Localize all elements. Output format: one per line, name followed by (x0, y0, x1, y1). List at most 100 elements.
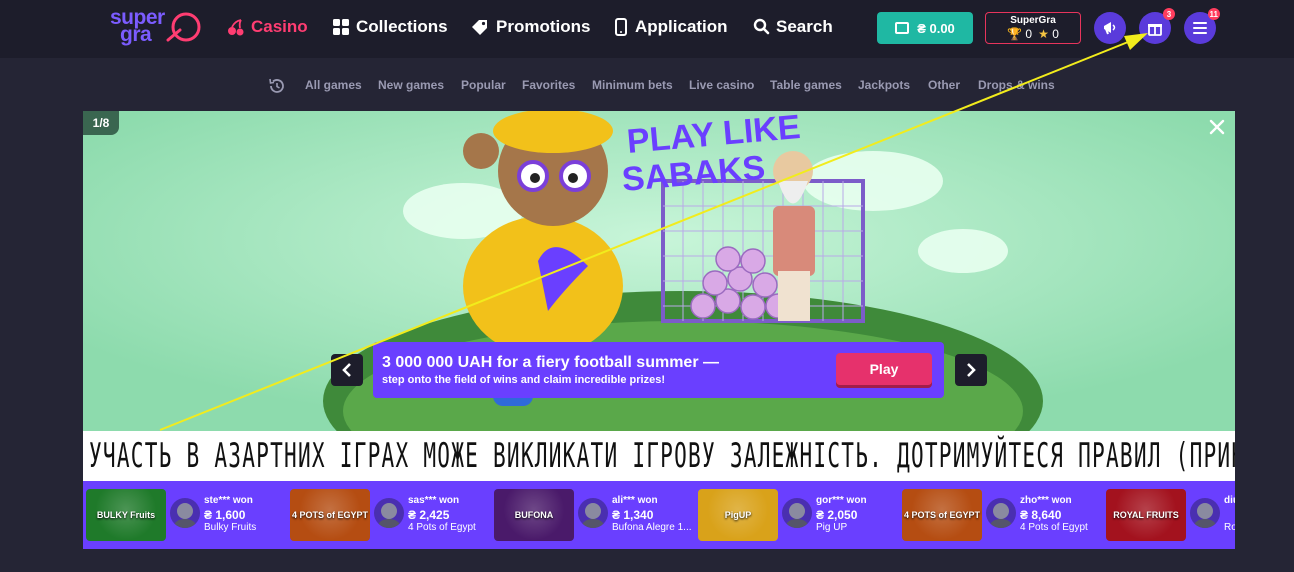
category-minimum-bets[interactable]: Minimum bets (592, 78, 673, 92)
recent-wins-ticker: BULKY Fruits ste*** won ₴ 1,600 Bulky Fruit… (83, 481, 1235, 549)
profile-name: SuperGra (1010, 15, 1056, 26)
win-game-thumbnail[interactable]: 4 POTS of EGYPT (290, 489, 370, 541)
nav-promotions[interactable]: Promotions (470, 16, 590, 38)
nav-casino[interactable]: Casino (227, 16, 308, 38)
trophy-value: 0 (1025, 27, 1033, 41)
player-avatar-icon (582, 503, 604, 528)
win-username: zho*** won (1020, 495, 1072, 506)
hamburger-icon (1193, 22, 1207, 34)
game-category-nav: All games New games Popular Favorites Mi… (0, 76, 1294, 96)
category-new-games[interactable]: New games (378, 78, 444, 92)
close-icon[interactable] (1209, 119, 1225, 135)
wallet-balance-button[interactable]: ₴ 0.00 (877, 12, 973, 44)
win-game-name: 4 Pots of Egypt (408, 522, 476, 533)
win-game-thumbnail[interactable]: 4 POTS of EGYPT (902, 489, 982, 541)
trophy-count: 🏆 0 (1007, 27, 1032, 41)
win-amount: ₴ 2,050 (816, 508, 858, 522)
category-jackpots[interactable]: Jackpots (858, 78, 910, 92)
promo-card: 3 000 000 UAH for a fiery football summe… (373, 342, 944, 398)
announcements-button[interactable] (1094, 12, 1126, 44)
history-icon[interactable] (268, 77, 286, 95)
promo-subtitle: step onto the field of wins and claim in… (382, 374, 665, 386)
win-amount: ₴ 8,640 (1020, 508, 1062, 522)
player-avatar-icon (174, 503, 196, 528)
tag-icon (472, 20, 487, 35)
win-thumb-label: ROYAL FRUITS (1113, 510, 1179, 520)
win-username: sas*** won (408, 495, 460, 506)
win-username: ali*** won (612, 495, 658, 506)
promo-banner[interactable]: PLAY LIKE SABAKS 1/8 3 000 000 UAH for a… (83, 111, 1235, 549)
win-game-name: 4 Pots of Egypt (1020, 522, 1088, 533)
chevron-left-icon (342, 363, 351, 377)
category-live-casino[interactable]: Live casino (689, 78, 754, 92)
win-username: ste*** won (204, 495, 253, 506)
category-table-games[interactable]: Table games (770, 78, 842, 92)
win-game-thumbnail[interactable]: BULKY Fruits (86, 489, 166, 541)
nav-promotions-label: Promotions (496, 17, 591, 36)
win-username: diu (1224, 495, 1235, 506)
supergra-logo[interactable]: super gra (108, 5, 203, 47)
win-game-name: Bulky Fruits (204, 522, 257, 533)
player-avatar-icon (378, 503, 400, 528)
win-game-thumbnail[interactable]: PigUP (698, 489, 778, 541)
play-button[interactable]: Play (836, 353, 932, 385)
player-avatar (170, 498, 200, 528)
win-amount: ₴ 1,600 (204, 508, 246, 522)
logo-ball-icon (166, 12, 201, 42)
nav-collections-label: Collections (356, 17, 448, 36)
category-popular[interactable]: Popular (461, 78, 506, 92)
player-avatar-icon (1194, 503, 1216, 528)
profile-summary[interactable]: SuperGra 🏆 0 ★ 0 (985, 12, 1081, 44)
player-avatar (782, 498, 812, 528)
prev-slide-button[interactable] (331, 354, 363, 386)
gifts-badge: 3 (1163, 8, 1175, 20)
nav-search-label: Search (776, 17, 833, 36)
logo-text-gra: gra (120, 23, 152, 46)
win-game-thumbnail[interactable]: ROYAL FRUITS (1106, 489, 1186, 541)
win-username: gor*** won (816, 495, 867, 506)
responsible-gaming-warning: УЧАСТЬ В АЗАРТНИХ ІГРАХ МОЖЕ ВИКЛИКАТИ І… (83, 431, 1235, 481)
next-slide-button[interactable] (955, 354, 987, 386)
category-other[interactable]: Other (928, 78, 960, 92)
star-icon: ★ (1038, 27, 1049, 41)
player-avatar (986, 498, 1016, 528)
nav-collections[interactable]: Collections (332, 16, 448, 38)
slide-counter: 1/8 (83, 111, 119, 135)
menu-badge: 11 (1207, 8, 1220, 20)
menu-button[interactable]: 11 (1184, 8, 1220, 44)
nav-application[interactable]: Application (613, 16, 728, 38)
trophy-icon: 🏆 (1007, 27, 1023, 41)
win-game-thumbnail[interactable]: BUFONA (494, 489, 574, 541)
category-drops-wins[interactable]: Drops & wins (978, 78, 1055, 92)
wallet-icon (895, 22, 910, 34)
win-thumb-label: 4 POTS of EGYPT (903, 510, 980, 520)
win-thumb-label: PigUP (724, 510, 752, 520)
category-all-games[interactable]: All games (305, 78, 362, 92)
nav-casino-label: Casino (251, 17, 308, 36)
player-avatar (578, 498, 608, 528)
top-header: super gra Casino Collections Promotions … (0, 0, 1294, 58)
star-count: ★ 0 (1038, 27, 1059, 41)
win-thumb-label: BULKY Fruits (96, 510, 156, 520)
player-avatar (1190, 498, 1220, 528)
cherry-icon (228, 19, 244, 36)
megaphone-icon (1104, 22, 1116, 35)
win-game-name: Pig UP (816, 522, 848, 533)
win-game-name: Bufona Alegre 1... (612, 522, 692, 533)
win-thumb-label: 4 POTS of EGYPT (291, 510, 368, 520)
player-avatar (374, 498, 404, 528)
gifts-button[interactable]: 3 (1139, 8, 1175, 44)
grid-icon (333, 19, 349, 35)
nav-search[interactable]: Search (753, 16, 833, 38)
win-amount: ₴ 2,425 (408, 508, 450, 522)
warning-text: УЧАСТЬ В АЗАРТНИХ ІГРАХ МОЖЕ ВИКЛИКАТИ І… (89, 436, 1235, 476)
win-amount: ₴ 1,340 (612, 508, 654, 522)
promo-title: 3 000 000 UAH for a fiery football summe… (382, 354, 719, 371)
gift-icon (1148, 24, 1162, 36)
chevron-right-icon (967, 363, 976, 377)
player-avatar-icon (786, 503, 808, 528)
search-icon (753, 18, 770, 35)
player-avatar-icon (990, 503, 1012, 528)
star-value: 0 (1052, 27, 1059, 41)
category-favorites[interactable]: Favorites (522, 78, 575, 92)
